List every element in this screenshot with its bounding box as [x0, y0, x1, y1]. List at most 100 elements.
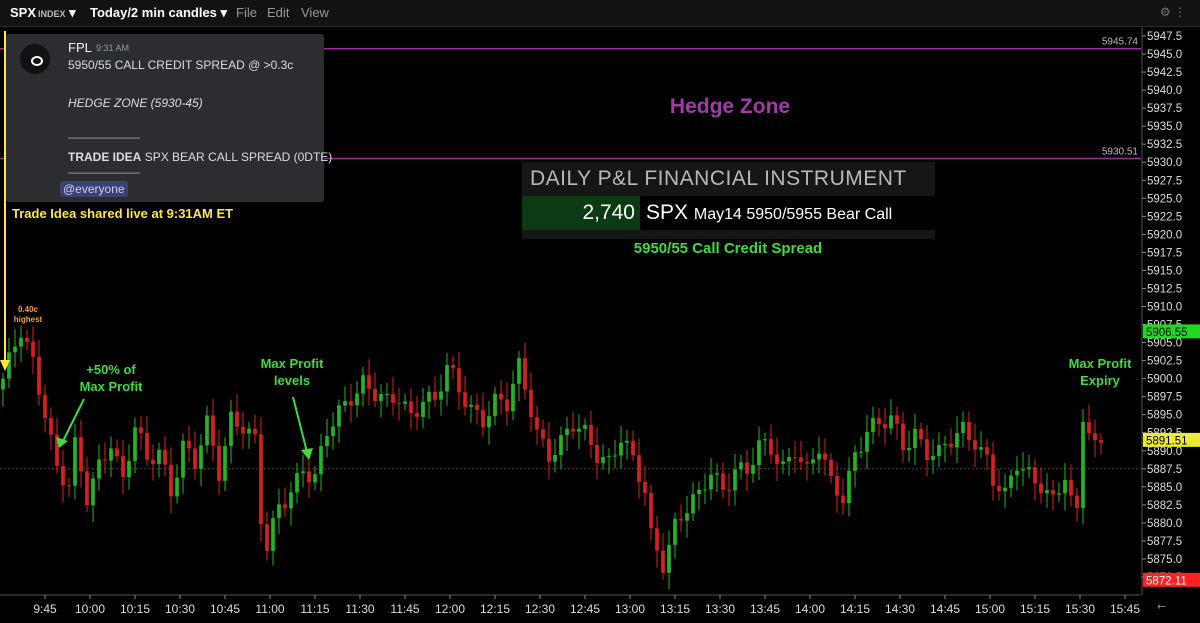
candle-body — [163, 449, 167, 465]
candle-body — [487, 416, 491, 428]
candle-body — [625, 440, 629, 443]
annotation-highest: 0.40c highest — [8, 305, 48, 325]
candle-body — [919, 428, 923, 440]
notification-time: 9:31 AM — [96, 43, 130, 53]
price-tag-label: 5891.51 — [1146, 435, 1188, 447]
notification-divider-2: —————— — [68, 165, 140, 179]
candle-body — [469, 404, 473, 407]
candle-body — [457, 368, 461, 393]
pnl-panel: DAILY P&L FINANCIAL INSTRUMENT 2,740 SPX… — [522, 162, 935, 240]
hedge-level-label: 5945.74 — [1102, 37, 1139, 48]
scroll-marker-icon: ← — [1157, 600, 1166, 613]
candle-body — [931, 455, 935, 461]
annotation-max-profit-levels: Max Profit levels — [247, 355, 337, 389]
candle-body — [529, 389, 533, 418]
candle-body — [61, 465, 65, 486]
timeframe-selector[interactable]: Today/2 min candles ▾ — [90, 5, 227, 21]
candle-body — [1045, 489, 1049, 494]
candle-body — [769, 439, 773, 455]
time-tick-label: 15:15 — [1020, 602, 1050, 616]
candle-body — [673, 518, 677, 545]
time-tick-label: 11:00 — [255, 602, 284, 616]
pnl-instrument: SPX May14 5950/5955 Bear Call — [640, 196, 935, 230]
price-tick-label: 5925.0 — [1147, 193, 1182, 205]
more-icon[interactable]: ⋮ — [1174, 5, 1186, 19]
candle-body — [547, 438, 551, 462]
candle-body — [667, 544, 671, 573]
candle-body — [799, 457, 803, 462]
candle-body — [31, 341, 35, 357]
candle-body — [835, 475, 839, 496]
candle-body — [43, 394, 47, 419]
candle-body — [133, 427, 137, 461]
candle-body — [871, 417, 875, 432]
hedge-level-label: 5930.51 — [1102, 147, 1139, 158]
candle-body — [991, 454, 995, 486]
candle-body — [1093, 433, 1097, 440]
menu-view[interactable]: View — [301, 5, 329, 20]
candle-body — [757, 440, 761, 466]
annotation-credit-spread: 5950/55 Call Credit Spread — [633, 240, 823, 257]
candle-body — [691, 494, 695, 514]
price-tick-label: 5915.0 — [1147, 265, 1182, 277]
mention-badge[interactable]: @everyone — [60, 181, 128, 197]
menu-file[interactable]: File — [236, 5, 257, 20]
candle-body — [913, 428, 917, 449]
candle-body — [1003, 487, 1007, 492]
candle-body — [499, 393, 503, 400]
annotation-expiry-line2: Expiry — [1080, 373, 1120, 388]
candle-body — [19, 337, 23, 347]
candle-body — [829, 459, 833, 476]
price-tick-label: 5900.0 — [1147, 374, 1182, 386]
candle-body — [679, 518, 683, 521]
candle-body — [817, 453, 821, 460]
candle-body — [1027, 467, 1031, 470]
candle-body — [121, 456, 125, 478]
candle-body — [907, 448, 911, 451]
price-tick-label: 5947.5 — [1147, 31, 1182, 43]
candle-body — [865, 431, 869, 452]
price-tick-label: 5940.0 — [1147, 85, 1182, 97]
time-tick-label: 15:00 — [975, 602, 1005, 616]
candle-body — [343, 401, 347, 406]
symbol-selector[interactable]: SPX INDEX ▾ — [10, 5, 76, 21]
annotation-expiry-line1: Max Profit — [1068, 356, 1132, 371]
candle-body — [1069, 479, 1073, 496]
time-tick-label: 13:00 — [615, 602, 645, 616]
candle-body — [1099, 439, 1103, 443]
menu-edit[interactable]: Edit — [267, 5, 289, 20]
pnl-instrument-desc: May14 5950/5955 Bear Call — [693, 206, 893, 223]
candle-body — [595, 444, 599, 463]
candle-body — [409, 401, 413, 413]
candle-body — [973, 440, 977, 450]
candle-body — [583, 424, 587, 429]
price-tick-label: 5937.5 — [1147, 103, 1182, 115]
candle-body — [631, 440, 635, 456]
annotation-levels-line2: levels — [273, 373, 311, 388]
candle-body — [661, 550, 665, 573]
avatar — [20, 44, 50, 74]
candle-body — [301, 471, 305, 474]
candle-body — [781, 461, 785, 464]
candle-body — [223, 446, 227, 481]
candle-body — [925, 439, 929, 461]
candle-body — [745, 462, 749, 474]
candle-body — [1051, 489, 1055, 495]
candle-body — [1021, 469, 1025, 471]
candle-body — [157, 449, 161, 465]
candle-body — [703, 489, 707, 491]
price-tick-label: 5912.5 — [1147, 283, 1182, 295]
candle-body — [535, 417, 539, 430]
candle-body — [607, 455, 611, 457]
candle-body — [337, 405, 341, 427]
candle-body — [1033, 467, 1037, 484]
candle-body — [91, 478, 95, 506]
candle-body — [493, 393, 497, 417]
candle-body — [403, 401, 407, 404]
candle-body — [709, 474, 713, 490]
candle-body — [181, 440, 185, 478]
gear-icon[interactable]: ⚙ — [1160, 5, 1171, 19]
candle-body — [289, 492, 293, 509]
candle-body — [85, 471, 89, 506]
candle-body — [619, 442, 623, 456]
